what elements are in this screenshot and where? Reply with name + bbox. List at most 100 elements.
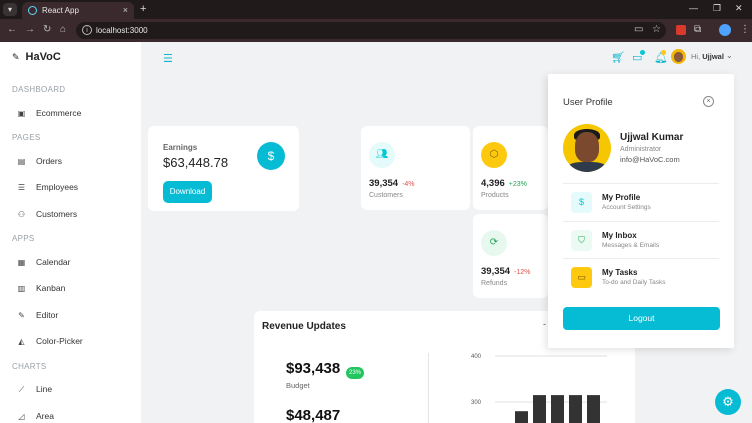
item-desc: To-do and Daily Tasks (602, 279, 666, 286)
browser-tabbar: ▾ React App × + — ❐ ✕ (0, 0, 752, 19)
sidebar-item-label: Calendar (36, 257, 71, 267)
refresh-icon[interactable]: ⟳ (481, 230, 507, 256)
stat-label: Customers (369, 192, 403, 199)
new-tab-icon[interactable]: + (140, 3, 146, 15)
stat-label: Refunds (481, 280, 508, 287)
divider (428, 353, 429, 423)
extension-icon[interactable] (676, 25, 686, 35)
sidebar-item-color-picker[interactable]: ◭ Color-Picker (17, 331, 135, 351)
section-dashboard: DASHBOARD (12, 85, 66, 94)
dollar-icon[interactable]: $ (257, 142, 285, 170)
revenue-chart: 400 300 (471, 354, 607, 423)
profile-item-my-inbox[interactable]: ⛉ My Inbox Messages & Emails (563, 221, 719, 257)
maximize-icon[interactable]: ❐ (713, 3, 721, 14)
download-button[interactable]: Download (163, 181, 212, 203)
browser-profile-avatar[interactable] (719, 24, 731, 36)
url-text: localhost:3000 (96, 26, 148, 35)
minimize-icon[interactable]: — (689, 3, 698, 13)
earnings-card: Earnings $63,448.78 $ Download (148, 126, 299, 211)
profile-email: info@HaVoC.com (620, 155, 680, 164)
chart-bar[interactable] (551, 395, 564, 423)
section-charts: CHARTS (12, 362, 47, 371)
sidebar-item-label: Customers (36, 209, 78, 219)
sidebar-item-editor[interactable]: ✎ Editor (17, 305, 135, 325)
logo-icon: ✎ (12, 51, 20, 62)
notification-badge (661, 50, 666, 55)
sidebar: ✎ HaVoC DASHBOARD ▣ Ecommerce PAGES ▤ Or… (0, 42, 141, 423)
back-icon[interactable]: ← (7, 24, 17, 35)
y-tick-label: 300 (471, 400, 482, 406)
stat-card-refunds: ⟳ 39,354 -12% Refunds (473, 214, 548, 298)
stat-card-customers: 👥︎ 39,354 -4% Customers (361, 126, 470, 210)
sidebar-item-label: Kanban (36, 283, 66, 293)
react-icon (28, 6, 37, 15)
tab-title: React App (42, 6, 79, 15)
pencil-icon: ✎ (18, 310, 25, 320)
chart-bar[interactable] (533, 395, 546, 423)
shield-icon: ⛉ (571, 230, 592, 251)
sidebar-item-calendar[interactable]: ▦ Calendar (17, 252, 135, 272)
sidebar-item-kanban[interactable]: ▥ Kanban (17, 278, 135, 298)
people-icon: ☰ (17, 182, 26, 192)
box-icon[interactable]: ⬡ (481, 142, 507, 168)
legend-dash: - (543, 319, 546, 329)
section-apps: APPS (12, 234, 35, 243)
shopping-bag-icon: ▣ (17, 108, 26, 118)
sidebar-item-label: Orders (36, 156, 62, 166)
sidebar-item-employees[interactable]: ☰ Employees (17, 177, 135, 197)
forward-icon[interactable]: → (25, 24, 35, 35)
menu-icon[interactable]: ☰ (163, 52, 173, 65)
reload-icon[interactable]: ↻ (43, 24, 51, 35)
calendar-icon: ▦ (17, 257, 26, 267)
settings-gear-icon[interactable]: ⚙ (715, 389, 741, 415)
stat-card-products: ⬡ 4,396 +23% Products (473, 126, 548, 210)
line-chart-icon: ⟋ (18, 384, 25, 394)
sidebar-item-label: Editor (36, 310, 59, 320)
profile-role: Administrator (620, 146, 662, 153)
expense-value: $48,487 (286, 407, 341, 423)
close-icon[interactable]: × (123, 5, 128, 15)
section-pages: PAGES (12, 133, 41, 142)
chart-bar[interactable] (515, 411, 528, 423)
logout-button[interactable]: Logout (563, 307, 720, 330)
panel-title: User Profile (563, 97, 613, 108)
stat-value: 4,396 +23% (481, 178, 527, 189)
brand-logo[interactable]: ✎ HaVoC (12, 51, 61, 63)
earnings-label: Earnings (163, 143, 198, 152)
sidebar-item-area[interactable]: ◿ Area (17, 406, 135, 423)
sidebar-item-customers[interactable]: ⚇ Customers (17, 204, 135, 224)
greeting[interactable]: Hi, Ujjwal (691, 52, 724, 61)
avatar[interactable] (671, 49, 686, 64)
sidebar-item-line[interactable]: ⟋ Line (17, 379, 135, 399)
dollar-icon: $ (571, 192, 592, 213)
chart-bar[interactable] (587, 395, 600, 423)
cast-icon[interactable]: ▭ (634, 24, 643, 35)
budget-value: $93,438 (286, 360, 341, 377)
color-drop-icon: ◭ (18, 336, 25, 346)
brand-name: HaVoC (25, 51, 61, 63)
cart-icon[interactable]: 🛒︎ (611, 51, 625, 64)
chart-bar[interactable] (569, 395, 582, 423)
star-icon[interactable]: ☆ (652, 24, 661, 35)
item-title: My Tasks (602, 268, 638, 277)
profile-item-my-tasks[interactable]: ▭ My Tasks To-do and Daily Tasks (563, 258, 719, 294)
customers-icon[interactable]: 👥︎ (369, 142, 395, 168)
profile-name: Ujjwal Kumar (620, 132, 684, 143)
window-close-icon[interactable]: ✕ (735, 3, 743, 14)
stat-label: Products (481, 192, 509, 199)
info-icon[interactable]: i (82, 25, 92, 35)
sidebar-item-orders[interactable]: ▤ Orders (17, 151, 135, 171)
chevron-down-icon[interactable]: ⌄ (726, 51, 733, 60)
browser-tab[interactable]: React App × (22, 2, 134, 19)
more-menu-icon[interactable]: ⋮ (740, 24, 750, 35)
tab-search-icon[interactable]: ▾ (3, 3, 17, 16)
close-icon[interactable]: × (703, 96, 714, 107)
home-icon[interactable]: ⌂ (60, 24, 66, 35)
address-bar[interactable]: i localhost:3000 (76, 22, 666, 39)
user-profile-panel: User Profile × Ujjwal Kumar Administrato… (548, 74, 734, 348)
extensions-puzzle-icon[interactable]: ⧉ (694, 24, 701, 35)
profile-item-my-profile[interactable]: $ My Profile Account Settings (563, 183, 719, 219)
browser-toolbar: ← → ↻ ⌂ i localhost:3000 ▭ ☆ ⧉ ⋮ (0, 19, 752, 42)
sidebar-item-ecommerce[interactable]: ▣ Ecommerce (17, 103, 135, 123)
profile-avatar (563, 124, 611, 172)
